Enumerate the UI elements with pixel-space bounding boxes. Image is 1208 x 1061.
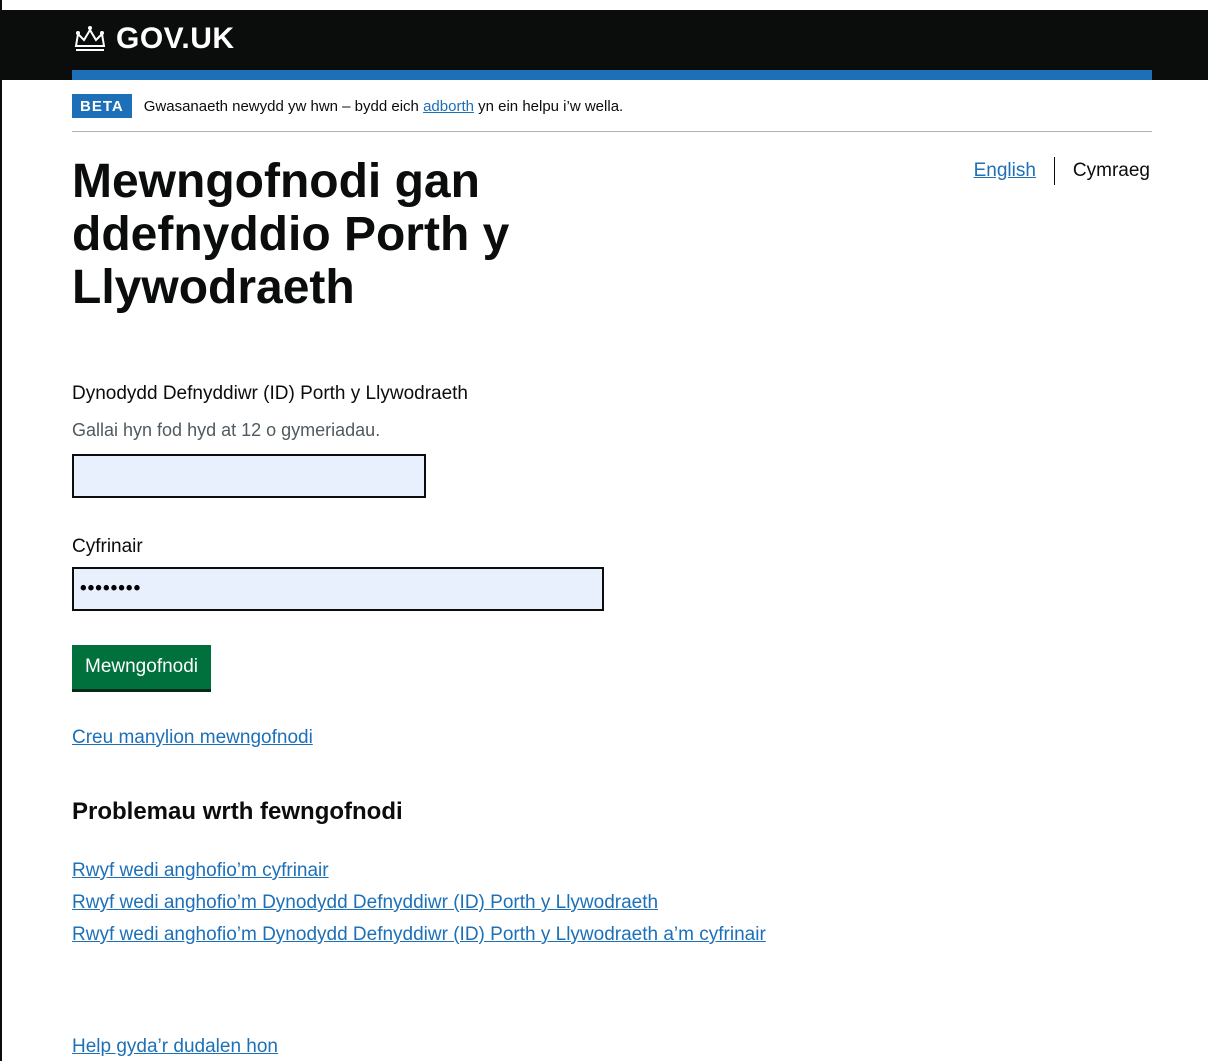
phase-banner: BETA Gwasanaeth newydd yw hwn – bydd eic… (72, 92, 1152, 120)
user-id-label: Dynodydd Defnyddiwr (ID) Porth y Llywodr… (72, 383, 469, 404)
password-label: Cyfrinair (72, 536, 143, 557)
list-item: Rwyf wedi anghofio’m cyfrinair (72, 855, 772, 887)
language-switcher: English Cymraeg (974, 157, 1150, 185)
crown-icon (74, 26, 106, 51)
password-input[interactable] (72, 567, 604, 611)
page: GOV.UK BETA Gwasanaeth newydd yw hwn – b… (0, 0, 1208, 1061)
signin-button[interactable]: Mewngofnodi (72, 645, 212, 689)
list-item: Rwyf wedi anghofio’m Dynodydd Defnyddiwr… (72, 919, 772, 951)
banner-text-after: yn ein helpu i’w wella. (473, 97, 624, 115)
language-welsh-current: Cymraeg (1072, 160, 1150, 181)
logo-text: GOV.UK (116, 22, 235, 55)
banner-text-before: Gwasanaeth newydd yw hwn – bydd eich (143, 97, 424, 115)
create-signin-details-link[interactable]: Creu manylion mewngofnodi (72, 727, 313, 749)
beta-tag: BETA (72, 94, 132, 118)
problems-heading: Problemau wrth fewngofnodi (72, 798, 403, 825)
forgot-user-id-link[interactable]: Rwyf wedi anghofio’m Dynodydd Defnyddiwr… (72, 892, 658, 913)
forgot-user-id-and-password-link[interactable]: Rwyf wedi anghofio’m Dynodydd Defnyddiwr… (72, 924, 766, 945)
forgot-password-link[interactable]: Rwyf wedi anghofio’m cyfrinair (72, 860, 329, 881)
list-item: Rwyf wedi anghofio’m Dynodydd Defnyddiwr… (72, 887, 772, 919)
divider (72, 131, 1152, 132)
feedback-link[interactable]: adborth (423, 98, 474, 115)
problems-list: Rwyf wedi anghofio’m cyfrinair Rwyf wedi… (72, 855, 772, 951)
page-title: Mewngofnodi gan ddefnyddio Porth y Llywo… (72, 155, 510, 314)
help-with-page-link[interactable]: Help gyda’r dudalen hon (72, 1036, 278, 1058)
user-id-input[interactable] (72, 454, 426, 498)
govuk-logo-link[interactable]: GOV.UK (72, 22, 235, 56)
header-blue-bar (72, 70, 1152, 80)
language-english-link[interactable]: English (974, 160, 1036, 182)
phase-banner-text: Gwasanaeth newydd yw hwn – bydd eich adb… (144, 98, 623, 115)
user-id-hint: Gallai hyn fod hyd at 12 o gymeriadau. (72, 420, 381, 440)
language-separator (1053, 157, 1055, 185)
